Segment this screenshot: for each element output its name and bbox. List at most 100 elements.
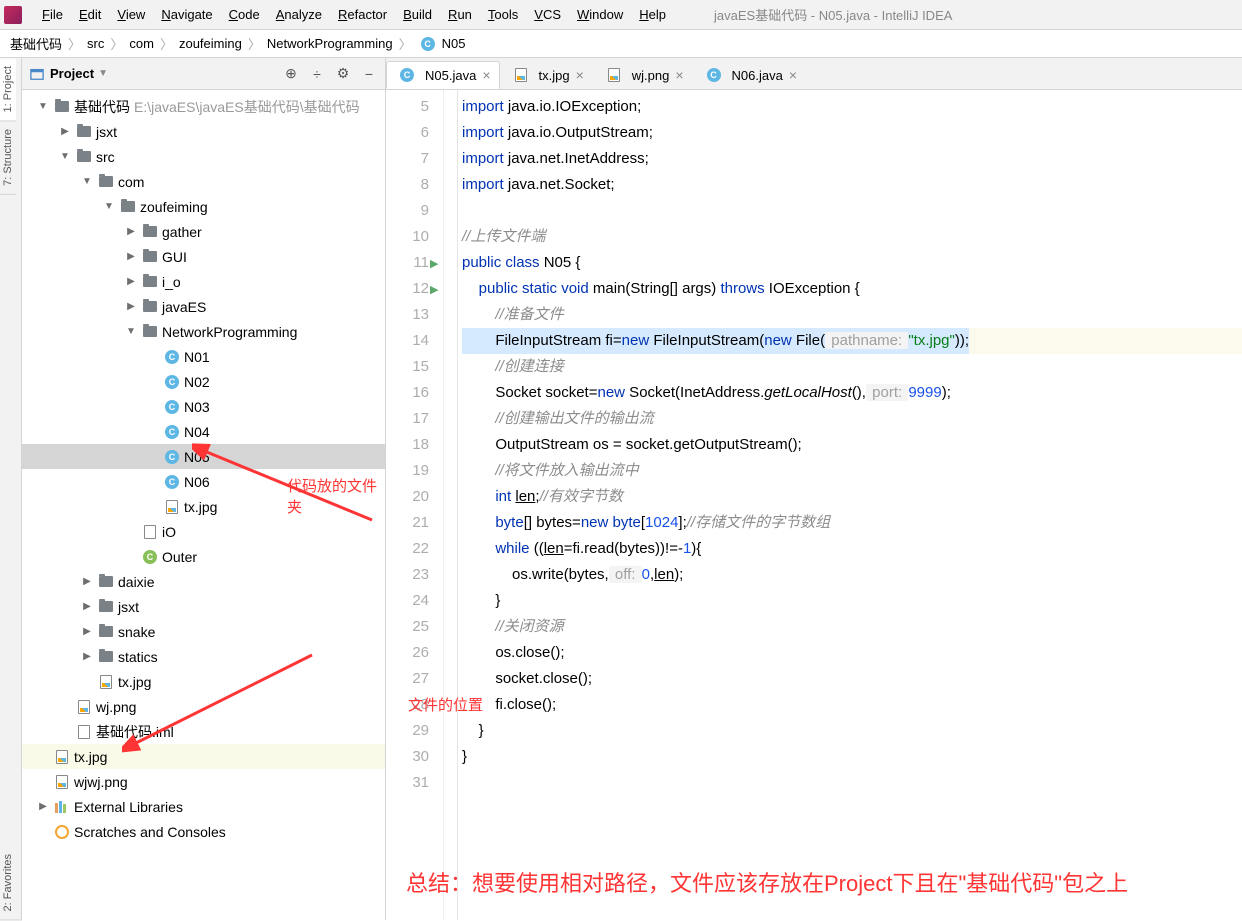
menu-navigate[interactable]: Navigate (153, 4, 220, 26)
tree-arrow-icon[interactable] (146, 475, 160, 489)
tree-arrow-icon[interactable] (36, 825, 50, 839)
tree-arrow-icon[interactable]: ▶ (80, 575, 94, 589)
tree-item[interactable]: CN05 (22, 444, 385, 469)
tree-arrow-icon[interactable] (58, 725, 72, 739)
close-icon[interactable]: × (482, 67, 490, 83)
tree-arrow-icon[interactable] (124, 550, 138, 564)
menu-build[interactable]: Build (395, 4, 440, 26)
breadcrumb-item[interactable]: N05 (440, 36, 468, 51)
editor-tab[interactable]: wj.png× (593, 61, 693, 89)
tree-item[interactable]: wj.png (22, 694, 385, 719)
editor-tab[interactable]: CN06.java× (693, 61, 807, 89)
close-icon[interactable]: × (576, 67, 584, 83)
tree-arrow-icon[interactable] (146, 500, 160, 514)
side-tab[interactable]: 2: Favorites (0, 846, 22, 920)
tree-arrow-icon[interactable] (58, 700, 72, 714)
tree-item[interactable]: ▶GUI (22, 244, 385, 269)
side-tab[interactable]: 7: Structure (0, 121, 16, 195)
run-gutter-icon[interactable]: ▶ (430, 277, 438, 303)
tree-arrow-icon[interactable] (36, 750, 50, 764)
menu-refactor[interactable]: Refactor (330, 4, 395, 26)
panel-action-button[interactable]: − (361, 66, 377, 82)
menu-analyze[interactable]: Analyze (268, 4, 330, 26)
run-gutter-icon[interactable]: ▶ (430, 251, 438, 277)
tree-item[interactable]: ▶i_o (22, 269, 385, 294)
tree-item[interactable]: Scratches and Consoles (22, 819, 385, 844)
tree-item[interactable]: ▼NetworkProgramming (22, 319, 385, 344)
tree-arrow-icon[interactable]: ▼ (102, 200, 116, 214)
menu-run[interactable]: Run (440, 4, 480, 26)
tree-item[interactable]: ▼src (22, 144, 385, 169)
tree-arrow-icon[interactable]: ▶ (80, 625, 94, 639)
tree-item[interactable]: tx.jpg (22, 494, 385, 519)
menu-window[interactable]: Window (569, 4, 631, 26)
breadcrumb-item[interactable]: com (127, 36, 156, 51)
tree-item[interactable]: CN01 (22, 344, 385, 369)
tree-arrow-icon[interactable]: ▶ (80, 650, 94, 664)
tree-arrow-icon[interactable] (80, 675, 94, 689)
tree-item[interactable]: ▶gather (22, 219, 385, 244)
code-content[interactable]: import java.io.IOException; import java.… (458, 90, 1242, 920)
tree-arrow-icon[interactable] (146, 425, 160, 439)
tree-item[interactable]: ▼zoufeiming (22, 194, 385, 219)
tree-item[interactable]: CN03 (22, 394, 385, 419)
breadcrumb-item[interactable]: zoufeiming (177, 36, 244, 51)
tree-arrow-icon[interactable]: ▶ (124, 250, 138, 264)
tree-item[interactable]: CN06 (22, 469, 385, 494)
tree-arrow-icon[interactable]: ▼ (124, 325, 138, 339)
tree-item[interactable]: ▼com (22, 169, 385, 194)
panel-action-button[interactable]: ⊕ (283, 66, 299, 82)
tree-item[interactable]: ▶statics (22, 644, 385, 669)
menu-tools[interactable]: Tools (480, 4, 526, 26)
tree-arrow-icon[interactable]: ▼ (36, 100, 50, 114)
tree-arrow-icon[interactable] (36, 775, 50, 789)
tree-arrow-icon[interactable]: ▼ (58, 150, 72, 164)
tree-arrow-icon[interactable]: ▼ (80, 175, 94, 189)
tree-item[interactable]: ▶jsxt (22, 119, 385, 144)
tree-item[interactable]: CN04 (22, 419, 385, 444)
tree-arrow-icon[interactable]: ▶ (36, 800, 50, 814)
menu-view[interactable]: View (109, 4, 153, 26)
breadcrumb-item[interactable]: 基础代码 (8, 34, 64, 53)
tree-item[interactable]: wjwj.png (22, 769, 385, 794)
tree-item[interactable]: ▼基础代码 E:\javaES\javaES基础代码\基础代码 (22, 94, 385, 119)
breadcrumb-item[interactable]: src (85, 36, 106, 51)
menu-file[interactable]: File (34, 4, 71, 26)
breadcrumb-item[interactable]: NetworkProgramming (265, 36, 395, 51)
tree-item[interactable]: ▶javaES (22, 294, 385, 319)
tree-arrow-icon[interactable]: ▶ (124, 300, 138, 314)
tree-item[interactable]: ▶External Libraries (22, 794, 385, 819)
close-icon[interactable]: × (675, 67, 683, 83)
project-tree[interactable]: 代码放的文件夹 ▼基础代码 E:\javaES\javaES基础代码\基础代码▶… (22, 90, 385, 920)
tree-arrow-icon[interactable] (146, 375, 160, 389)
panel-action-button[interactable]: ÷ (309, 66, 325, 82)
tree-item[interactable]: COuter (22, 544, 385, 569)
close-icon[interactable]: × (789, 67, 797, 83)
dropdown-icon[interactable]: ▼ (98, 68, 108, 79)
panel-action-button[interactable]: ⚙ (335, 66, 351, 82)
tree-arrow-icon[interactable]: ▶ (124, 225, 138, 239)
tree-item[interactable]: ▶jsxt (22, 594, 385, 619)
tree-item[interactable]: ▶daixie (22, 569, 385, 594)
tree-arrow-icon[interactable]: ▶ (58, 125, 72, 139)
tree-arrow-icon[interactable] (146, 400, 160, 414)
tree-arrow-icon[interactable] (146, 450, 160, 464)
tree-item[interactable]: tx.jpg (22, 744, 385, 769)
editor-tab[interactable]: CN05.java× (386, 61, 500, 89)
editor-tab[interactable]: tx.jpg× (500, 61, 593, 89)
code-editor[interactable]: 5678910▶11▶12131415161718192021222324252… (386, 90, 1242, 920)
tree-item[interactable]: ▶snake (22, 619, 385, 644)
menu-code[interactable]: Code (221, 4, 268, 26)
tree-arrow-icon[interactable] (124, 525, 138, 539)
menu-edit[interactable]: Edit (71, 4, 109, 26)
tree-item[interactable]: iO (22, 519, 385, 544)
tree-item[interactable]: tx.jpg (22, 669, 385, 694)
menu-vcs[interactable]: VCS (526, 4, 569, 26)
tree-item[interactable]: 基础代码.iml (22, 719, 385, 744)
tree-arrow-icon[interactable] (146, 350, 160, 364)
menu-help[interactable]: Help (631, 4, 674, 26)
tree-arrow-icon[interactable]: ▶ (124, 275, 138, 289)
tree-item[interactable]: CN02 (22, 369, 385, 394)
side-tab[interactable]: 1: Project (0, 58, 16, 121)
tree-arrow-icon[interactable]: ▶ (80, 600, 94, 614)
